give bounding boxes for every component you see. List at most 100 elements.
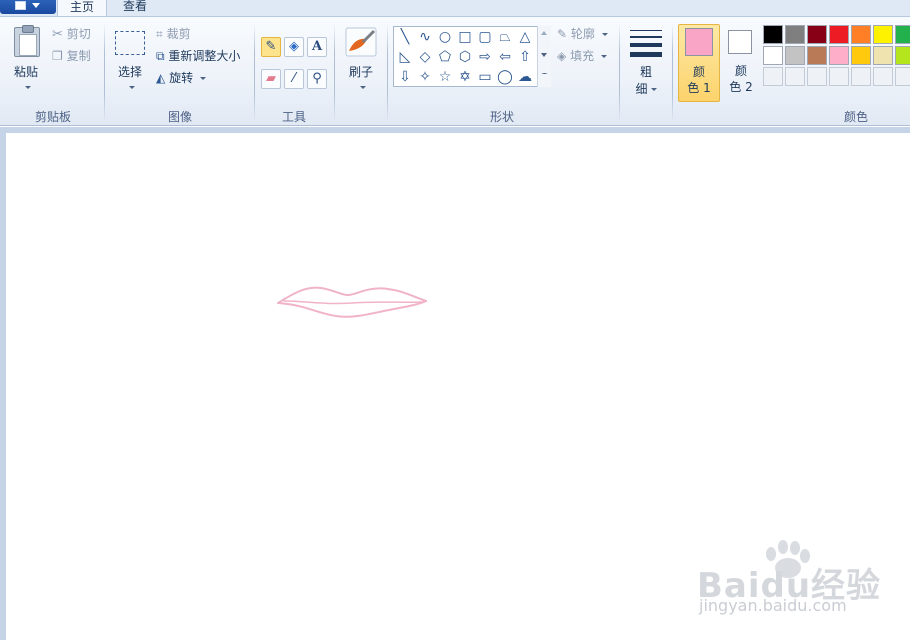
color-1-button[interactable]: 颜 色 1 bbox=[678, 24, 720, 102]
clipboard-icon bbox=[14, 25, 40, 57]
triangle-shape-icon[interactable]: △ bbox=[515, 27, 535, 47]
dropdown-arrow-icon bbox=[600, 55, 607, 58]
palette-swatch[interactable] bbox=[763, 25, 783, 44]
four-point-star-shape-icon[interactable]: ✧ bbox=[415, 67, 435, 87]
color-1-label-line2: 色 1 bbox=[687, 81, 711, 95]
tab-home[interactable]: 主页 bbox=[57, 0, 107, 16]
palette-custom-slot[interactable] bbox=[895, 67, 910, 86]
fill-label: 填充 bbox=[570, 49, 595, 63]
crop-icon: ⌗ bbox=[156, 27, 163, 41]
tab-view[interactable]: 查看 bbox=[112, 0, 158, 16]
palette-custom-slot[interactable] bbox=[873, 67, 893, 86]
dropdown-arrow-icon bbox=[24, 86, 31, 89]
palette-swatch[interactable] bbox=[829, 46, 849, 65]
color-2-button[interactable]: 颜 色 2 bbox=[722, 24, 762, 102]
group-divider bbox=[254, 23, 255, 123]
left-arrow-shape-icon[interactable]: ⇦ bbox=[495, 47, 515, 67]
cloud-callout-shape-icon[interactable]: ☁ bbox=[515, 67, 535, 87]
eraser-tool[interactable]: ▰ bbox=[261, 69, 281, 89]
brush-icon bbox=[345, 27, 377, 57]
dropdown-arrow-icon bbox=[650, 88, 657, 91]
lips-upper-stroke bbox=[277, 286, 427, 304]
palette-custom-slot[interactable] bbox=[829, 67, 849, 86]
outline-label: 轮廓 bbox=[570, 27, 595, 41]
right-arrow-shape-icon[interactable]: ⇨ bbox=[475, 47, 495, 67]
resize-button[interactable]: ⧉ 重新调整大小 bbox=[156, 47, 240, 64]
paint-bucket-icon: ◈ bbox=[289, 39, 299, 54]
rotate-icon: ◭ bbox=[156, 71, 166, 85]
select-button[interactable]: 选择 bbox=[110, 63, 150, 94]
palette-swatch[interactable] bbox=[785, 25, 805, 44]
resize-icon: ⧉ bbox=[156, 49, 165, 63]
size-line-thickest bbox=[630, 52, 662, 57]
oval-callout-shape-icon[interactable]: ◯ bbox=[495, 67, 515, 87]
rectangle-shape-icon[interactable]: □ bbox=[455, 27, 475, 47]
rotate-button[interactable]: ◭ 旋转 bbox=[156, 69, 206, 86]
palette-swatch[interactable] bbox=[763, 46, 783, 65]
palette-custom-slot[interactable] bbox=[851, 67, 871, 86]
line-shape-icon[interactable]: ╲ bbox=[395, 27, 415, 47]
palette-custom-slot[interactable] bbox=[785, 67, 805, 86]
ribbon: 粘贴 ✂ 剪切 ❐ 复制 剪贴板 选择 ⌗ 裁剪 ⧉ 重新调整大小 ◭ 旋转 图… bbox=[0, 16, 910, 126]
group-divider bbox=[672, 23, 673, 123]
palette-swatch[interactable] bbox=[895, 25, 910, 44]
pencil-icon: ✎ bbox=[265, 39, 277, 54]
magnifier-tool[interactable]: ⚲ bbox=[307, 69, 327, 89]
palette-swatch[interactable] bbox=[851, 25, 871, 44]
palette-swatch[interactable] bbox=[807, 46, 827, 65]
pentagon-shape-icon[interactable]: ⬠ bbox=[435, 47, 455, 67]
crop-button[interactable]: ⌗ 裁剪 bbox=[156, 25, 191, 42]
text-tool[interactable]: A bbox=[307, 37, 327, 57]
palette-swatch[interactable] bbox=[851, 46, 871, 65]
palette-custom-slot[interactable] bbox=[763, 67, 783, 86]
size-line-thin bbox=[630, 30, 662, 31]
palette-swatch[interactable] bbox=[873, 46, 893, 65]
tools-group-label: 工具 bbox=[281, 110, 306, 124]
five-point-star-shape-icon[interactable]: ☆ bbox=[435, 67, 455, 87]
group-divider bbox=[104, 23, 105, 123]
scroll-down-icon[interactable] bbox=[541, 53, 547, 57]
hexagon-shape-icon[interactable]: ⬡ bbox=[455, 47, 475, 67]
gallery-expand-icon[interactable] bbox=[541, 73, 548, 81]
scroll-up-icon[interactable] bbox=[541, 31, 547, 35]
diamond-shape-icon[interactable]: ◇ bbox=[415, 47, 435, 67]
palette-swatch[interactable] bbox=[829, 25, 849, 44]
up-arrow-shape-icon[interactable]: ⇧ bbox=[515, 47, 535, 67]
group-divider bbox=[619, 23, 620, 123]
copy-icon: ❐ bbox=[52, 49, 63, 63]
document-icon bbox=[15, 1, 26, 10]
rounded-rectangle-shape-icon[interactable]: ▢ bbox=[475, 27, 495, 47]
colors-group-label: 颜色 bbox=[843, 110, 868, 124]
pencil-tool[interactable]: ✎ bbox=[261, 37, 281, 57]
cut-button[interactable]: ✂ 剪切 bbox=[52, 25, 91, 42]
paste-button[interactable]: 粘贴 bbox=[6, 63, 46, 94]
fill-button[interactable]: ◈ 填充 bbox=[557, 47, 607, 64]
down-arrow-shape-icon[interactable]: ⇩ bbox=[395, 67, 415, 87]
eraser-icon: ▰ bbox=[266, 71, 276, 86]
palette-swatch[interactable] bbox=[873, 25, 893, 44]
color-1-label-line1: 颜 bbox=[692, 65, 705, 79]
crop-label: 裁剪 bbox=[166, 27, 191, 41]
outline-button[interactable]: ✎ 轮廓 bbox=[557, 25, 608, 42]
paint-menu-button[interactable] bbox=[0, 0, 56, 14]
palette-swatch[interactable] bbox=[785, 46, 805, 65]
palette-custom-slot[interactable] bbox=[807, 67, 827, 86]
shapes-gallery-scrollbar[interactable] bbox=[537, 26, 551, 87]
magnifier-icon: ⚲ bbox=[312, 71, 322, 86]
six-point-star-shape-icon[interactable]: ✡ bbox=[455, 67, 475, 87]
size-button[interactable]: 粗 细 bbox=[626, 63, 666, 97]
polygon-shape-icon[interactable]: ⏢ bbox=[495, 27, 515, 47]
palette-swatch[interactable] bbox=[895, 46, 910, 65]
dropdown-arrow-icon bbox=[601, 33, 608, 36]
fill-tool[interactable]: ◈ bbox=[284, 37, 304, 57]
palette-swatch[interactable] bbox=[807, 25, 827, 44]
color-picker-tool[interactable]: ⁄ bbox=[284, 69, 304, 89]
brushes-button[interactable]: 刷子 bbox=[341, 63, 381, 94]
oval-shape-icon[interactable]: ○ bbox=[435, 27, 455, 47]
dropdown-arrow-icon bbox=[359, 86, 366, 89]
curve-shape-icon[interactable]: ∿ bbox=[415, 27, 435, 47]
copy-button[interactable]: ❐ 复制 bbox=[52, 47, 91, 64]
right-triangle-shape-icon[interactable]: ◺ bbox=[395, 47, 415, 67]
rect-callout-shape-icon[interactable]: ▭ bbox=[475, 67, 495, 87]
size-line-medium bbox=[630, 36, 662, 38]
